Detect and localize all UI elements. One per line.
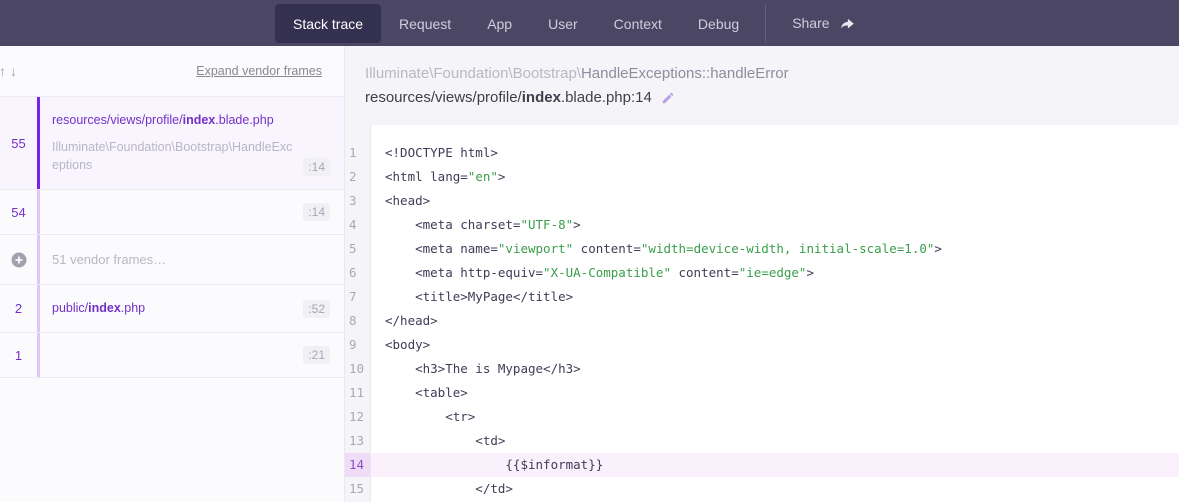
line-number: 2 (345, 165, 370, 189)
code-line-highlighted: {{$informat}} (371, 453, 1179, 477)
line-number: 11 (345, 381, 370, 405)
code-line: <meta name="viewport" content="width=dev… (371, 237, 1179, 261)
frame-body: :14 (40, 190, 344, 234)
code-gutter: 123456789101112131415 (345, 125, 371, 502)
nav-divider (765, 4, 766, 42)
line-number: 9 (345, 333, 370, 357)
frame-text: public/index.php (52, 300, 303, 316)
line-number: 1 (345, 141, 370, 165)
exception-namespace: Illuminate\Foundation\Bootstrap\ (365, 65, 581, 82)
tab-request[interactable]: Request (381, 4, 469, 43)
vendor-frames-toggle[interactable]: 51 vendor frames… (0, 235, 344, 285)
frame-number: 54 (0, 190, 37, 234)
nav-tabs: Stack traceRequestAppUserContextDebug (275, 0, 757, 46)
frame-number: 2 (0, 285, 37, 332)
frame-number: 55 (0, 97, 37, 189)
frame-file: resources/views/profile/index.blade.php (52, 112, 303, 128)
share-button-label: Share (792, 15, 829, 31)
frame-body: resources/views/profile/index.blade.php I… (40, 97, 344, 189)
tab-stack-trace[interactable]: Stack trace (275, 4, 381, 43)
frame-header: Illuminate\Foundation\Bootstrap\HandleEx… (345, 46, 1179, 125)
file-path: resources/views/profile/index.blade.php:… (365, 89, 1159, 106)
frame-body: 51 vendor frames… (40, 235, 344, 284)
share-arrow-icon (840, 16, 857, 31)
code-line: <!DOCTYPE html> (371, 141, 1179, 165)
code-lines: <!DOCTYPE html><html lang="en"><head> <m… (371, 125, 1179, 502)
line-number: 8 (345, 309, 370, 333)
line-number: 6 (345, 261, 370, 285)
stack-trace-sidebar: ↑ ↓ Expand vendor frames 55resources/vie… (0, 46, 345, 502)
code-line: <meta charset="UTF-8"> (371, 213, 1179, 237)
tab-user[interactable]: User (530, 4, 596, 43)
stack-frame-54[interactable]: 54 :14 (0, 190, 344, 235)
next-frame-arrow-icon[interactable]: ↓ (10, 63, 17, 79)
tab-debug[interactable]: Debug (680, 4, 757, 43)
main-panel: Illuminate\Foundation\Bootstrap\HandleEx… (345, 46, 1179, 502)
edit-pencil-icon[interactable] (661, 91, 675, 105)
line-number: 4 (345, 213, 370, 237)
line-number: 13 (345, 429, 370, 453)
exception-method-name: HandleExceptions::handleError (581, 65, 789, 82)
code-line: <h3>The is Mypage</h3> (371, 357, 1179, 381)
frame-file: public/index.php (52, 300, 303, 316)
line-number-badge: :14 (303, 158, 330, 176)
code-line: </td> (371, 477, 1179, 501)
line-number-badge: :14 (303, 203, 330, 221)
line-number: 5 (345, 237, 370, 261)
sidebar-empty-area (0, 378, 344, 502)
code-line: <table> (371, 381, 1179, 405)
line-number: 14 (345, 453, 370, 477)
share-button[interactable]: Share (774, 15, 874, 31)
vendor-frames-label: 51 vendor frames… (52, 252, 330, 267)
frame-text: resources/views/profile/index.blade.php I… (52, 112, 303, 174)
code-line: <body> (371, 333, 1179, 357)
stack-frame-55[interactable]: 55resources/views/profile/index.blade.ph… (0, 97, 344, 190)
frame-class: Illuminate\Foundation\Bootstrap\HandleEx… (52, 138, 303, 174)
exception-method: Illuminate\Foundation\Bootstrap\HandleEx… (365, 63, 1159, 84)
code-line: <tr> (371, 405, 1179, 429)
file-path-text: resources/views/profile/index.blade.php:… (365, 89, 652, 106)
code-viewer: 123456789101112131415 <!DOCTYPE html><ht… (345, 125, 1179, 502)
code-line: <title>MyPage</title> (371, 285, 1179, 309)
code-line: <meta http-equiv="X-UA-Compatible" conte… (371, 261, 1179, 285)
stack-frame-2[interactable]: 2public/index.php:52 (0, 285, 344, 333)
expand-vendor-frames-link[interactable]: Expand vendor frames (196, 64, 322, 78)
frames-list: 55resources/views/profile/index.blade.ph… (0, 97, 344, 378)
prev-frame-arrow-icon[interactable]: ↑ (0, 63, 6, 79)
frame-number: 1 (0, 333, 37, 377)
line-number-badge: :52 (303, 300, 330, 318)
frame-text: 51 vendor frames… (52, 252, 330, 267)
tab-context[interactable]: Context (596, 4, 680, 43)
line-number: 15 (345, 477, 370, 501)
code-line: <html lang="en"> (371, 165, 1179, 189)
code-line: <head> (371, 189, 1179, 213)
expand-plus-icon[interactable] (0, 235, 37, 284)
line-number: 10 (345, 357, 370, 381)
stack-frame-1[interactable]: 1 :21 (0, 333, 344, 378)
line-number: 3 (345, 189, 370, 213)
line-number: 12 (345, 405, 370, 429)
line-number-badge: :21 (303, 346, 330, 364)
code-line: <td> (371, 429, 1179, 453)
frame-body: public/index.php:52 (40, 285, 344, 332)
tab-app[interactable]: App (469, 4, 530, 43)
line-number: 7 (345, 285, 370, 309)
sidebar-header: ↑ ↓ Expand vendor frames (0, 46, 344, 97)
frame-body: :21 (40, 333, 344, 377)
code-line: </head> (371, 309, 1179, 333)
top-navbar: Stack traceRequestAppUserContextDebug Sh… (0, 0, 1179, 46)
